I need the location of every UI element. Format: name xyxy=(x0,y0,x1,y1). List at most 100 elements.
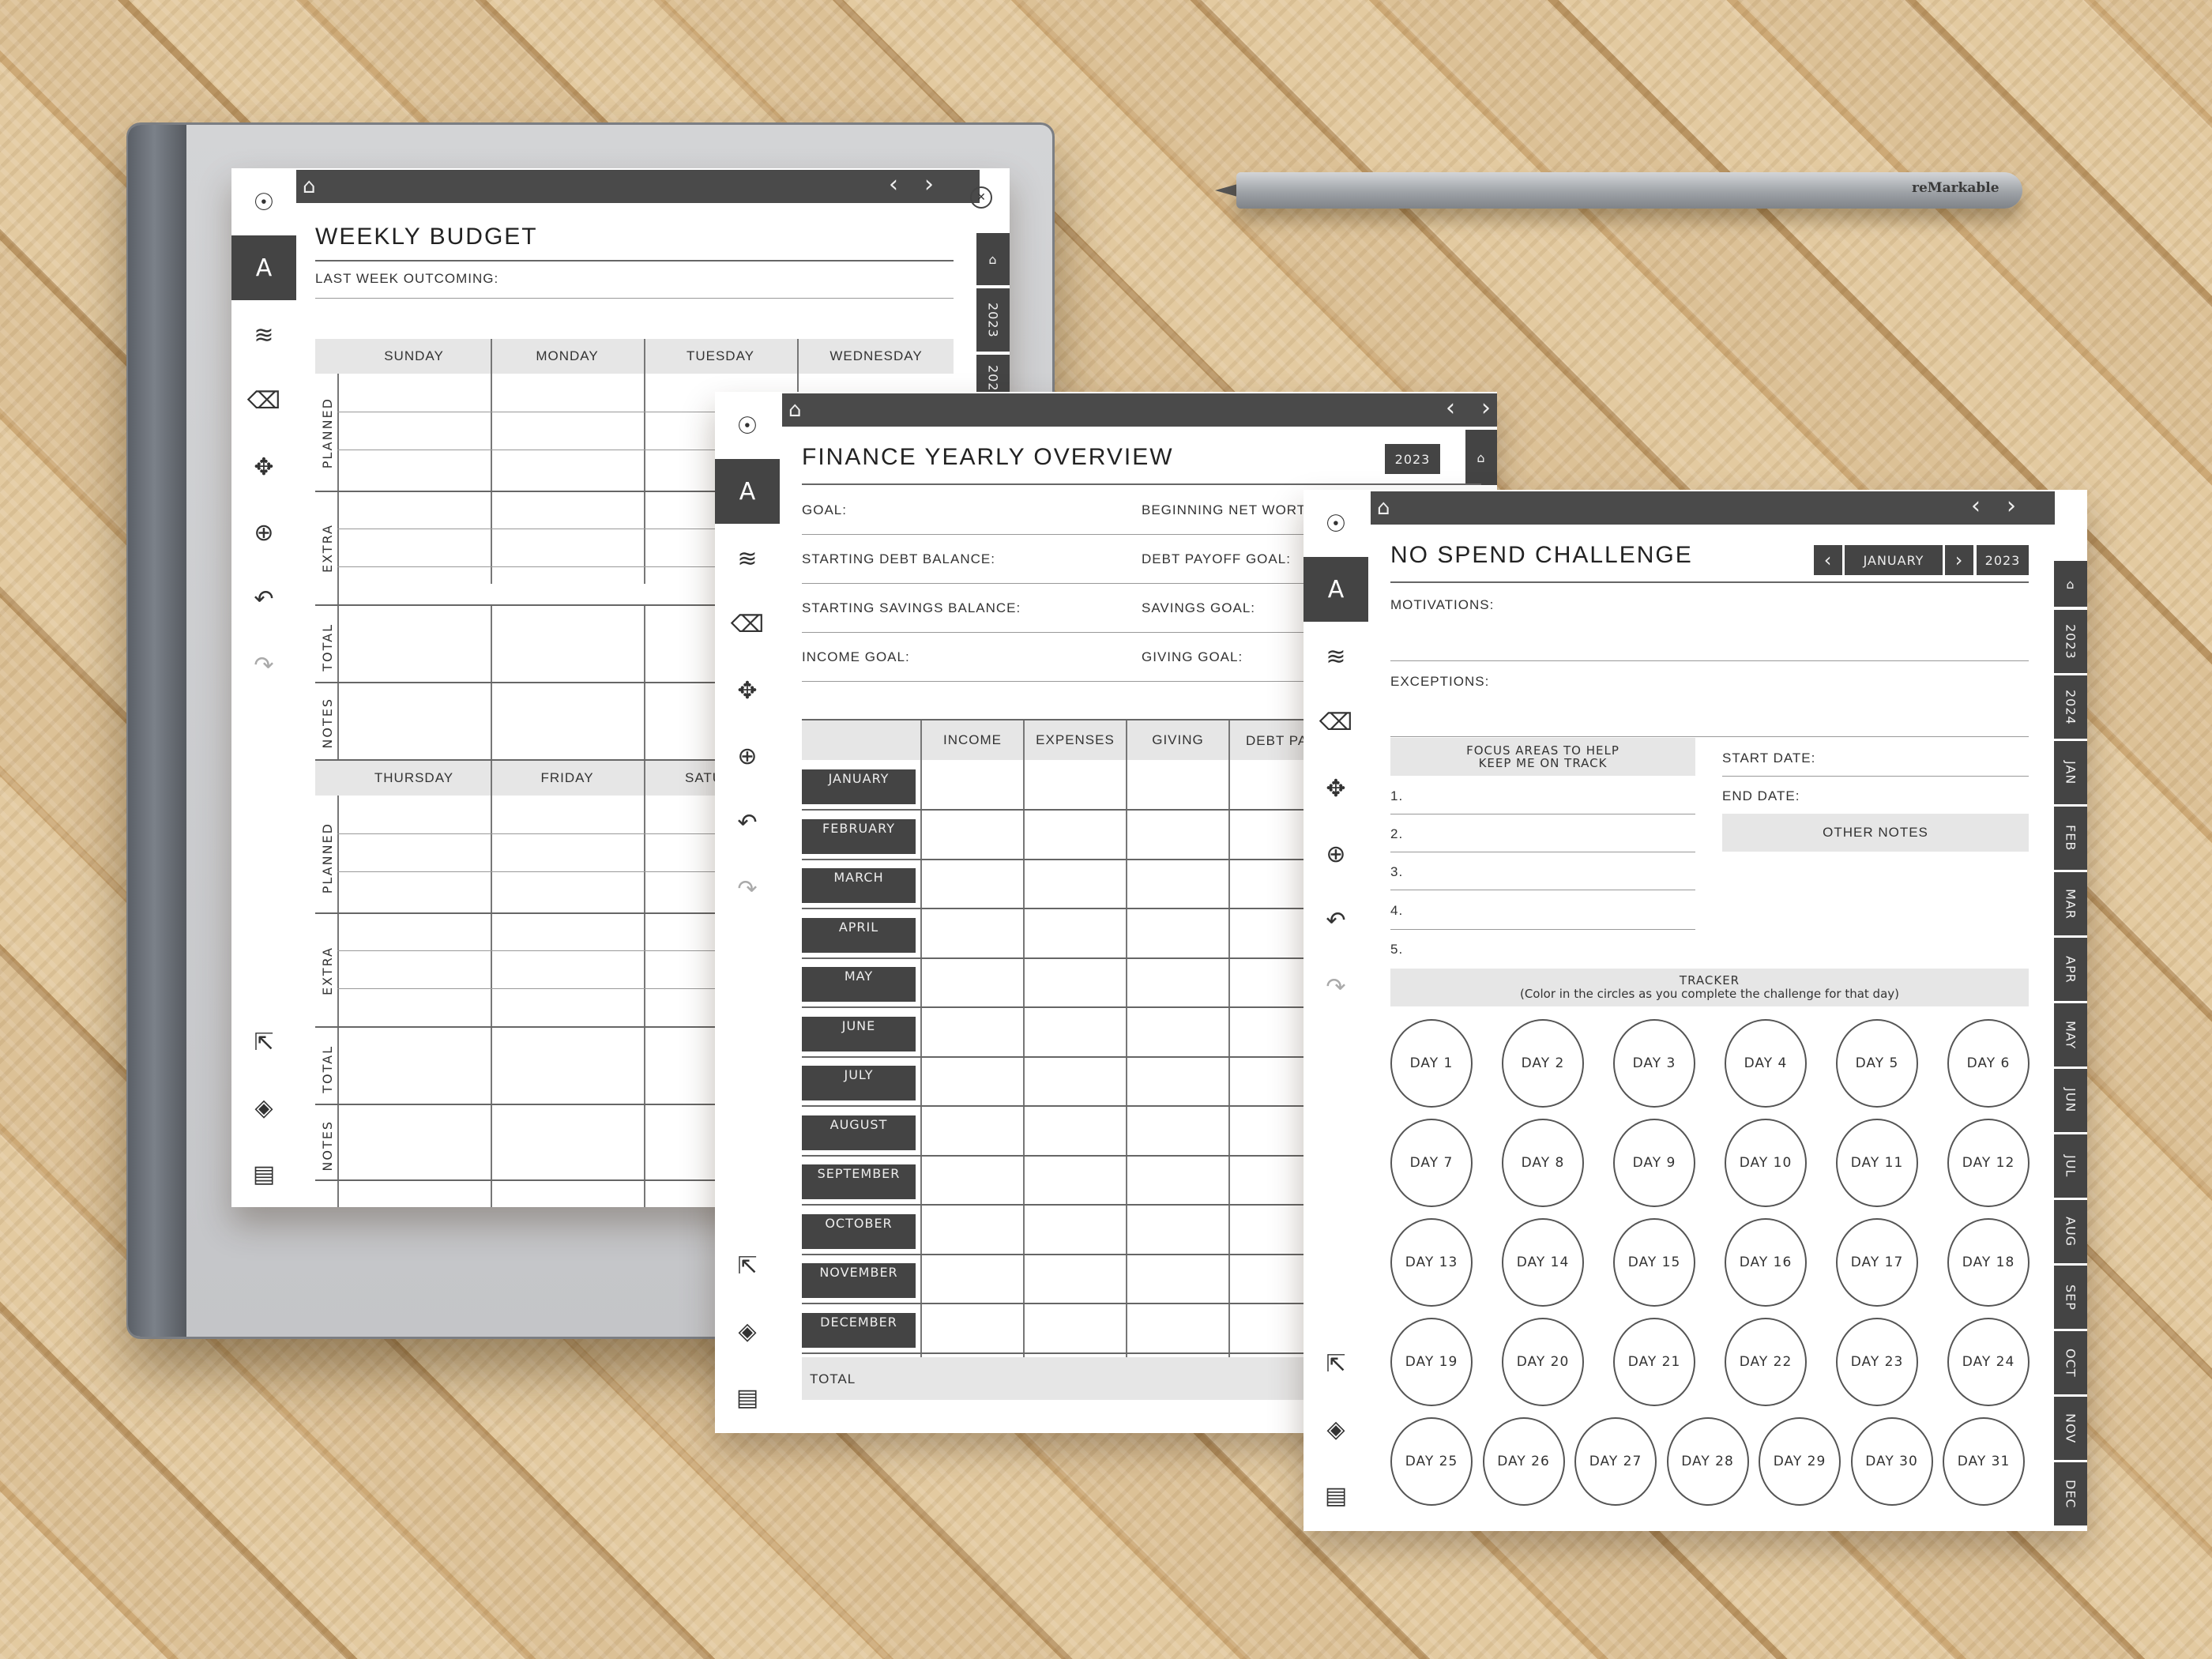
month-label-february[interactable]: FEBRUARY xyxy=(802,818,916,854)
layers-icon[interactable]: ◈ xyxy=(1304,1397,1368,1462)
layers-icon[interactable]: ◈ xyxy=(715,1299,780,1364)
day-circle-10[interactable]: DAY 10 xyxy=(1725,1119,1807,1207)
nospend-side-tab-jul[interactable]: JUL xyxy=(2054,1134,2087,1198)
nospend-side-tab-jan[interactable]: JAN xyxy=(2054,741,2087,804)
prev-month-button[interactable]: ‹ xyxy=(1814,545,1842,575)
next-page-icon[interactable]: › xyxy=(924,171,934,198)
close-icon[interactable]: ✕ xyxy=(970,186,992,209)
day-circle-6[interactable]: DAY 6 xyxy=(1947,1019,2030,1108)
menu-icon[interactable]: ☉ xyxy=(231,170,296,235)
day-circle-30[interactable]: DAY 30 xyxy=(1850,1417,1933,1506)
weekly-side-tab-2023[interactable]: 2023 xyxy=(976,288,1010,352)
day-circle-26[interactable]: DAY 26 xyxy=(1482,1417,1565,1506)
eraser-icon[interactable]: ⌫ xyxy=(715,592,780,656)
menu-icon[interactable]: ☉ xyxy=(1304,491,1368,556)
next-page-icon[interactable]: › xyxy=(1481,394,1491,422)
nospend-side-tab-dec[interactable]: DEC xyxy=(2054,1462,2087,1525)
nospend-side-tab-sep[interactable]: SEP xyxy=(2054,1266,2087,1329)
year-badge[interactable]: 2023 xyxy=(1385,444,1440,474)
home-icon[interactable]: ⌂ xyxy=(788,398,802,422)
month-label-october[interactable]: OCTOBER xyxy=(802,1213,916,1249)
nospend-side-tab-oct[interactable]: OCT xyxy=(2054,1331,2087,1394)
day-circle-22[interactable]: DAY 22 xyxy=(1725,1318,1807,1406)
day-circle-18[interactable]: DAY 18 xyxy=(1947,1218,2030,1307)
nospend-side-tab-mar[interactable]: MAR xyxy=(2054,872,2087,935)
day-circle-31[interactable]: DAY 31 xyxy=(1943,1417,2025,1506)
day-circle-14[interactable]: DAY 14 xyxy=(1502,1218,1584,1307)
nospend-side-tab-may[interactable]: MAY xyxy=(2054,1003,2087,1066)
day-circle-7[interactable]: DAY 7 xyxy=(1390,1119,1473,1207)
home-icon[interactable]: ⌂ xyxy=(1377,496,1390,520)
writing-tools-icon[interactable]: ≋ xyxy=(1304,624,1368,689)
day-circle-19[interactable]: DAY 19 xyxy=(1390,1318,1473,1406)
undo-icon[interactable]: ↶ xyxy=(715,790,780,855)
move-icon[interactable]: ✥ xyxy=(1304,756,1368,821)
notebook-icon[interactable]: ▤ xyxy=(231,1142,296,1206)
month-label-november[interactable]: NOVEMBER xyxy=(802,1263,916,1298)
pen-tool-icon[interactable]: A xyxy=(1304,557,1368,622)
undo-icon[interactable]: ↶ xyxy=(231,566,296,631)
day-circle-27[interactable]: DAY 27 xyxy=(1574,1417,1657,1506)
day-circle-17[interactable]: DAY 17 xyxy=(1836,1218,1918,1307)
month-label-may[interactable]: MAY xyxy=(802,967,916,1002)
share-icon[interactable]: ⇱ xyxy=(231,1010,296,1074)
day-circle-3[interactable]: DAY 3 xyxy=(1613,1019,1695,1108)
writing-tools-icon[interactable]: ≋ xyxy=(231,303,296,367)
day-circle-21[interactable]: DAY 21 xyxy=(1613,1318,1695,1406)
day-circle-23[interactable]: DAY 23 xyxy=(1836,1318,1918,1406)
nospend-side-tab-jun[interactable]: JUN xyxy=(2054,1069,2087,1132)
month-label-june[interactable]: JUNE xyxy=(802,1016,916,1051)
month-label-december[interactable]: DECEMBER xyxy=(802,1312,916,1348)
day-circle-8[interactable]: DAY 8 xyxy=(1502,1119,1584,1207)
month-label-september[interactable]: SEPTEMBER xyxy=(802,1164,916,1199)
redo-icon[interactable]: ↷ xyxy=(231,633,296,698)
day-circle-4[interactable]: DAY 4 xyxy=(1725,1019,1807,1108)
next-month-button[interactable]: › xyxy=(1945,545,1973,575)
nospend-side-tab-nov[interactable]: NOV xyxy=(2054,1397,2087,1460)
writing-tools-icon[interactable]: ≋ xyxy=(715,526,780,591)
nospend-side-tab-home[interactable]: ⌂ xyxy=(2054,561,2087,607)
nospend-side-tab-2023[interactable]: 2023 xyxy=(2054,610,2087,673)
nospend-side-tab-aug[interactable]: AUG xyxy=(2054,1200,2087,1263)
zoom-icon[interactable]: ⊕ xyxy=(715,724,780,788)
day-circle-20[interactable]: DAY 20 xyxy=(1502,1318,1584,1406)
day-circle-2[interactable]: DAY 2 xyxy=(1502,1019,1584,1108)
month-selector[interactable]: JANUARY xyxy=(1845,545,1943,575)
share-icon[interactable]: ⇱ xyxy=(1304,1331,1368,1396)
redo-icon[interactable]: ↷ xyxy=(715,856,780,921)
finance-side-tab-home[interactable]: ⌂ xyxy=(1465,430,1497,485)
redo-icon[interactable]: ↷ xyxy=(1304,954,1368,1019)
menu-icon[interactable]: ☉ xyxy=(715,393,780,458)
next-page-icon[interactable]: › xyxy=(2007,492,2016,520)
move-icon[interactable]: ✥ xyxy=(231,434,296,499)
day-circle-11[interactable]: DAY 11 xyxy=(1836,1119,1918,1207)
month-label-august[interactable]: AUGUST xyxy=(802,1115,916,1150)
weekly-side-tab-home[interactable]: ⌂ xyxy=(976,233,1010,285)
nospend-side-tab-feb[interactable]: FEB xyxy=(2054,807,2087,870)
prev-page-icon[interactable]: ‹ xyxy=(1971,492,1981,520)
pen-tool-icon[interactable]: A xyxy=(231,235,296,300)
day-circle-12[interactable]: DAY 12 xyxy=(1947,1119,2030,1207)
month-label-january[interactable]: JANUARY xyxy=(802,769,916,804)
month-label-april[interactable]: APRIL xyxy=(802,917,916,953)
home-icon[interactable]: ⌂ xyxy=(303,175,316,198)
nospend-side-tab-apr[interactable]: APR xyxy=(2054,938,2087,1001)
day-circle-25[interactable]: DAY 25 xyxy=(1390,1417,1473,1506)
prev-page-icon[interactable]: ‹ xyxy=(889,171,898,198)
day-circle-29[interactable]: DAY 29 xyxy=(1759,1417,1841,1506)
day-circle-28[interactable]: DAY 28 xyxy=(1666,1417,1749,1506)
day-circle-16[interactable]: DAY 16 xyxy=(1725,1218,1807,1307)
zoom-icon[interactable]: ⊕ xyxy=(1304,822,1368,886)
zoom-icon[interactable]: ⊕ xyxy=(231,500,296,565)
pen-tool-icon[interactable]: A xyxy=(715,459,780,524)
day-circle-9[interactable]: DAY 9 xyxy=(1613,1119,1695,1207)
prev-page-icon[interactable]: ‹ xyxy=(1446,394,1455,422)
day-circle-5[interactable]: DAY 5 xyxy=(1836,1019,1918,1108)
eraser-icon[interactable]: ⌫ xyxy=(231,368,296,433)
eraser-icon[interactable]: ⌫ xyxy=(1304,690,1368,754)
day-circle-24[interactable]: DAY 24 xyxy=(1947,1318,2030,1406)
notebook-icon[interactable]: ▤ xyxy=(715,1365,780,1430)
day-circle-15[interactable]: DAY 15 xyxy=(1613,1218,1695,1307)
day-circle-13[interactable]: DAY 13 xyxy=(1390,1218,1473,1307)
day-circle-1[interactable]: DAY 1 xyxy=(1390,1019,1473,1108)
